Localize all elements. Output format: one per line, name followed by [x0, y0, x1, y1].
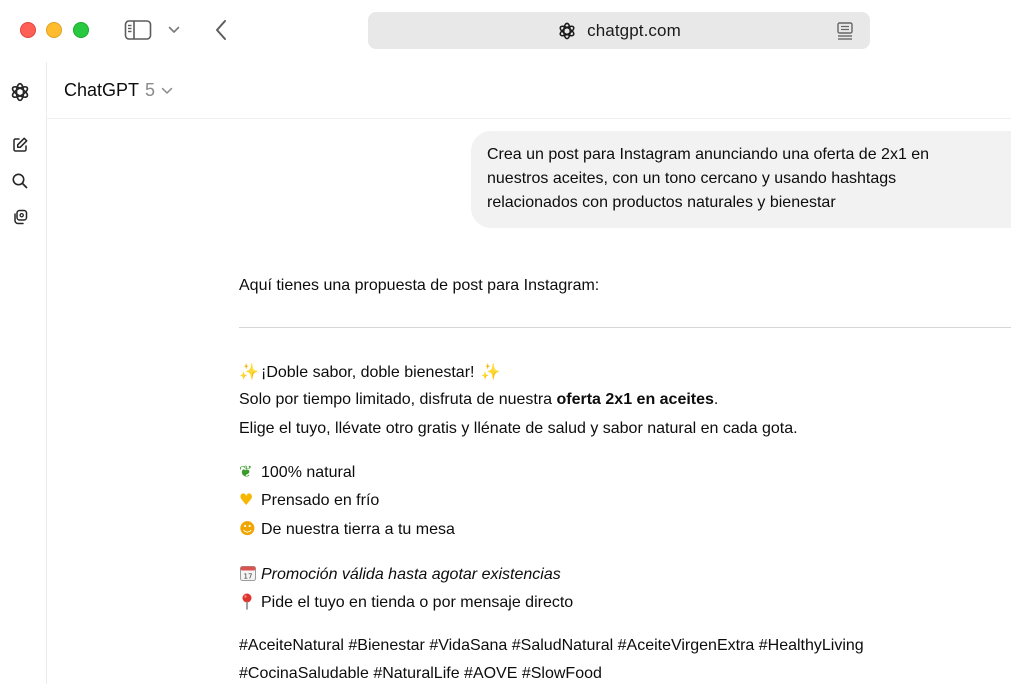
user-message-bubble: Crea un post para Instagram anunciando u… — [471, 131, 1011, 228]
sidebar-toggle-icon[interactable] — [124, 19, 152, 41]
herb-icon: ❦ — [239, 462, 253, 481]
offer-prefix: Solo por tiempo limitado, disfruta de nu… — [239, 391, 557, 408]
close-window-button[interactable] — [20, 22, 36, 38]
svg-text:17: 17 — [244, 573, 253, 581]
promo-validity: Promoción válida hasta agotar existencia… — [261, 566, 561, 583]
model-selector-button[interactable]: ChatGPT 5 — [64, 80, 173, 101]
choose-line: Elige el tuyo, llévate otro gratis y llé… — [239, 420, 798, 437]
user-message-line: nuestros aceites, con un tono cercano y … — [487, 170, 897, 187]
user-message-line: Crea un post para Instagram anunciando u… — [487, 146, 930, 163]
new-chat-icon[interactable] — [9, 134, 31, 156]
order-line: Pide el tuyo en tienda o por mensaje dir… — [239, 592, 573, 613]
offer-bold: oferta 2x1 en aceites — [556, 391, 714, 408]
post-headline-line: ✨ ¡Doble sabor, doble bienestar! ✨ — [239, 362, 500, 383]
minimize-window-button[interactable] — [46, 22, 62, 38]
feature-item: ❦ 100% natural — [239, 462, 355, 483]
back-arrow-icon[interactable] — [210, 18, 232, 42]
chat-header: ChatGPT 5 — [47, 62, 1011, 119]
chevron-down-icon — [161, 87, 173, 95]
model-version: 5 — [145, 80, 156, 100]
hashtags-line: #AceiteNatural #Bienestar #VidaSana #Sal… — [239, 637, 864, 654]
feature-item: ♥ Prensado en frío — [239, 490, 379, 511]
divider — [239, 327, 1011, 328]
zoom-window-button[interactable] — [73, 22, 89, 38]
user-message-line: relacionados con productos naturales y b… — [487, 194, 836, 211]
address-url: chatgpt.com — [587, 20, 681, 40]
hashtags-line: #CocinaSaludable #NaturalLife #AOVE #Slo… — [239, 665, 602, 682]
promo-line: 17 Promoción válida hasta agotar existen… — [239, 564, 561, 585]
browser-titlebar: chatgpt.com — [0, 0, 1011, 62]
order-text: Pide el tuyo en tienda o por mensaje dir… — [261, 594, 574, 611]
app-sidebar — [0, 62, 47, 684]
openai-logo-icon — [557, 21, 577, 41]
model-name: ChatGPT — [64, 80, 140, 100]
calendar-icon: 17 — [239, 564, 261, 584]
pin-icon — [239, 592, 261, 612]
chatgpt-logo-icon[interactable] — [9, 81, 31, 103]
feature-text: De nuestra tierra a tu mesa — [261, 521, 455, 538]
library-icon[interactable] — [9, 206, 31, 228]
yellow-heart-icon: ♥ — [239, 490, 254, 509]
sparkles-icon: ✨ — [480, 362, 501, 381]
sparkles-icon: ✨ — [239, 362, 259, 381]
offer-suffix: . — [713, 391, 719, 408]
address-bar[interactable]: chatgpt.com — [368, 12, 870, 49]
offer-line: Solo por tiempo limitado, disfruta de nu… — [239, 390, 718, 410]
feature-text: Prensado en frío — [261, 492, 380, 509]
assistant-intro: Aquí tienes una propuesta de post para I… — [239, 277, 600, 294]
chevron-down-icon[interactable] — [166, 22, 182, 38]
search-icon[interactable] — [9, 170, 31, 192]
feature-item: ☻ De nuestra tierra a tu mesa — [239, 519, 455, 540]
smiling-face-icon: ☻ — [239, 519, 256, 538]
post-headline: ¡Doble sabor, doble bienestar! — [261, 364, 475, 381]
reader-mode-icon[interactable] — [836, 21, 854, 41]
feature-text: 100% natural — [261, 464, 356, 481]
